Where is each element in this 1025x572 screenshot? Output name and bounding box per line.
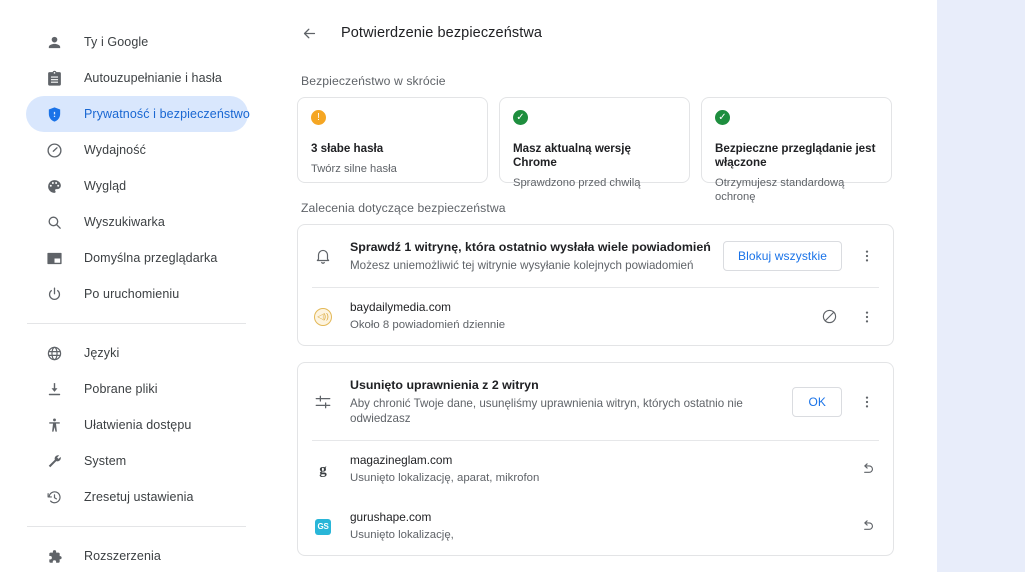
recommendation-subtitle: Możesz uniemożliwić tej witrynie wysyłan… [350,259,694,272]
summary-card-safe-browsing[interactable]: ✓ Bezpieczne przeglądanie jest włączone … [701,97,892,203]
recommendation-card-notifications: Sprawdź 1 witrynę, która ostatnio wysłał… [297,224,894,346]
recommendation-title: Sprawdź 1 witrynę, która ostatnio wysłał… [350,240,711,254]
site-name: magazineglam.com [350,453,453,467]
recommendation-header: Usunięto uprawnienia z 2 witryn Aby chro… [298,363,893,440]
site-row[interactable]: ◁)) baydailymedia.com Około 8 powiadomie… [298,288,893,345]
recommendation-header: Sprawdź 1 witrynę, która ostatnio wysłał… [298,225,893,287]
sidebar-group-extras: Rozszerzenia Chrome – informacje [0,538,272,572]
page-header: Potwierdzenie bezpieczeństwa [296,0,937,56]
magazineglam-favicon: g [319,461,327,478]
accessibility-icon [44,415,64,435]
sidebar-item-appearance[interactable]: Wygląd [26,168,248,204]
site-detail: Usunięto lokalizację, [350,529,454,541]
sidebar-item-default-browser[interactable]: Domyślna przeglądarka [26,240,248,276]
sidebar-item-label: Pobrane pliki [84,382,158,396]
summary-card-chrome-version[interactable]: ✓ Masz aktualną wersję Chrome Sprawdzono… [499,97,690,189]
recommendation-title: Usunięto uprawnienia z 2 witryn [350,378,539,392]
security-summary-cards: ! 3 słabe hasła Twórz silne hasła ✓ Masz… [296,97,937,203]
sidebar-item-label: Języki [84,346,120,360]
undo-icon[interactable] [854,514,880,540]
sidebar-item-label: Wyszukiwarka [84,215,165,229]
settings-page: Ty i Google Autouzupełnianie i hasła Pry… [0,0,1025,572]
sidebar-item-label: Po uruchomieniu [84,287,180,301]
sidebar-divider-1 [27,323,246,324]
sidebar-item-performance[interactable]: Wydajność [26,132,248,168]
site-name: baydailymedia.com [350,300,451,314]
sidebar-item-autofill-passwords[interactable]: Autouzupełnianie i hasła [26,60,248,96]
summary-card-title: 3 słabe hasła [311,142,384,155]
check-badge-icon: ✓ [715,110,730,125]
recommendation-subtitle: Aby chronić Twoje dane, usunęliśmy upraw… [350,397,743,425]
settings-main-content: Potwierdzenie bezpieczeństwa Bezpieczeńs… [272,0,1025,572]
puzzle-icon [44,546,64,566]
summary-section-label: Bezpieczeństwo w skrócie [301,74,446,88]
wrench-icon [44,451,64,471]
globe-icon [44,343,64,363]
person-icon [44,32,64,52]
sidebar-item-system[interactable]: System [26,443,248,479]
sidebar-item-label: Prywatność i bezpieczeństwo [84,107,250,121]
sidebar-item-label: Wydajność [84,143,146,157]
sidebar-item-reset-settings[interactable]: Zresetuj ustawienia [26,479,248,515]
ok-button[interactable]: OK [792,386,842,417]
recommendation-card-permissions: Usunięto uprawnienia z 2 witryn Aby chro… [297,362,894,556]
check-badge-icon: ✓ [513,110,528,125]
site-name: gurushape.com [350,510,432,524]
sidebar-item-label: Domyślna przeglądarka [84,251,218,265]
page-title: Potwierdzenie bezpieczeństwa [341,25,543,41]
history-restore-icon [44,487,64,507]
sidebar-item-label: Wygląd [84,179,127,193]
undo-icon[interactable] [854,457,880,483]
sidebar-group-advanced: Języki Pobrane pliki Ułatwienia dostępu … [0,335,272,515]
sidebar-item-you-and-google[interactable]: Ty i Google [26,24,248,60]
power-icon [44,284,64,304]
site-detail: Około 8 powiadomień dziennie [350,319,506,331]
sidebar-item-label: Rozszerzenia [84,549,161,563]
sidebar-item-label: Ułatwienia dostępu [84,418,192,432]
settings-sidebar: Ty i Google Autouzupełnianie i hasła Pry… [0,0,272,572]
summary-card-subtitle: Twórz silne hasła [311,163,397,175]
more-vert-icon[interactable] [854,389,880,415]
site-row[interactable]: GS gurushape.com Usunięto lokalizację, [298,498,893,555]
sidebar-item-privacy-security[interactable]: Prywatność i bezpieczeństwo [26,96,250,132]
summary-card-title: Masz aktualną wersję Chrome [513,142,631,169]
summary-card-subtitle: Otrzymujesz standardową ochronę [715,177,845,203]
site-row[interactable]: g magazineglam.com Usunięto lokalizację,… [298,441,893,498]
sidebar-divider-2 [27,526,246,527]
summary-card-subtitle: Sprawdzono przed chwilą [513,177,641,189]
sidebar-item-downloads[interactable]: Pobrane pliki [26,371,248,407]
gurushape-favicon: GS [314,518,332,536]
block-all-button[interactable]: Blokuj wszystkie [723,241,842,271]
sidebar-item-on-startup[interactable]: Po uruchomieniu [26,276,248,312]
sidebar-group-main: Ty i Google Autouzupełnianie i hasła Pry… [0,24,272,312]
sidebar-item-label: Ty i Google [84,35,149,49]
palette-icon [44,176,64,196]
site-detail: Usunięto lokalizację, aparat, mikrofon [350,472,540,484]
info-badge-icon: ! [311,110,326,125]
summary-card-passwords[interactable]: ! 3 słabe hasła Twórz silne hasła [297,97,488,183]
speedometer-icon [44,140,64,160]
clipboard-icon [44,68,64,88]
sidebar-item-search-engine[interactable]: Wyszukiwarka [26,204,248,240]
more-vert-icon[interactable] [854,304,880,330]
bell-icon [312,247,334,265]
sidebar-item-languages[interactable]: Języki [26,335,248,371]
sidebar-item-extensions[interactable]: Rozszerzenia [26,538,248,572]
more-vert-icon[interactable] [854,243,880,269]
download-icon [44,379,64,399]
sidebar-item-label: Zresetuj ustawienia [84,490,194,504]
sidebar-item-accessibility[interactable]: Ułatwienia dostępu [26,407,248,443]
browser-window-icon [44,248,64,268]
sidebar-item-label: System [84,454,127,468]
block-icon[interactable] [816,304,842,330]
search-icon [44,212,64,232]
tune-sliders-icon [312,393,334,411]
right-background-strip [937,0,1025,572]
arrow-left-icon[interactable] [296,20,322,46]
sidebar-item-label: Autouzupełnianie i hasła [84,71,222,85]
summary-card-title: Bezpieczne przeglądanie jest włączone [715,142,876,169]
shield-icon [44,104,64,124]
baydailymedia-favicon: ◁)) [314,307,332,326]
